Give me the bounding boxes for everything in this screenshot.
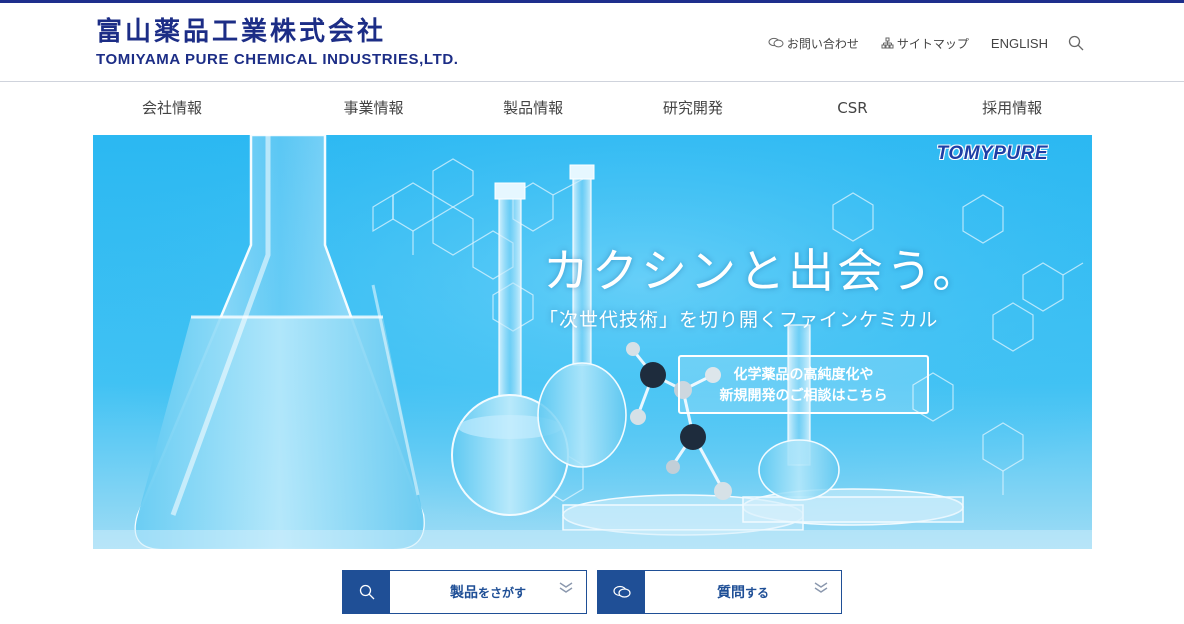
product-search-label: 製品 をさがす xyxy=(390,571,586,613)
nav-research[interactable]: 研究開発 xyxy=(613,82,773,135)
ask-question-button[interactable]: 質問 する xyxy=(597,570,842,614)
contact-label: お問い合わせ xyxy=(786,36,859,51)
company-logo[interactable]: 富山薬品工業株式会社 TOMIYAMA PURE CHEMICAL INDUST… xyxy=(96,16,459,69)
product-search-label-strong: 製品 xyxy=(449,585,478,601)
quick-action-buttons: 製品 をさがす 質問 する xyxy=(342,570,852,614)
cta-line-2: 新規開発のご相談はこちら xyxy=(719,388,888,404)
hero-illustration xyxy=(93,135,1092,549)
ask-question-label: 質問 する xyxy=(645,571,841,613)
contact-link[interactable]: お問い合わせ xyxy=(768,35,859,52)
speech-bubble-icon xyxy=(768,37,784,48)
global-nav: 会社情報 事業情報 製品情報 研究開発 CSR 採用情報 xyxy=(92,82,1092,135)
ask-question-icon-box xyxy=(598,571,645,613)
nav-company-info[interactable]: 会社情報 xyxy=(92,82,294,135)
sitemap-icon xyxy=(881,37,894,49)
logo-name-jp: 富山薬品工業株式会社 xyxy=(96,17,387,47)
nav-business-info[interactable]: 事業情報 xyxy=(294,82,454,135)
search-icon xyxy=(359,584,374,600)
header-search-button[interactable] xyxy=(1068,35,1084,51)
double-chevron-down-icon xyxy=(814,582,828,593)
nav-product-info[interactable]: 製品情報 xyxy=(453,82,613,135)
nav-recruit[interactable]: 採用情報 xyxy=(932,82,1092,135)
product-search-button[interactable]: 製品 をさがす xyxy=(342,570,587,614)
product-search-label-small: をさがす xyxy=(477,585,526,600)
ask-question-label-strong: 質問 xyxy=(716,585,745,601)
utility-nav: お問い合わせ サイトマップ ENGLISH xyxy=(746,33,1084,53)
logo-name-en: TOMIYAMA PURE CHEMICAL INDUSTRIES,LTD. xyxy=(96,51,459,68)
double-chevron-down-icon xyxy=(559,582,573,593)
product-search-icon-box xyxy=(343,571,390,613)
ask-question-label-small: する xyxy=(744,585,769,600)
hero-subtitle: 「次世代技術」を切り開くファインケミカル xyxy=(539,309,939,331)
consultation-cta-button[interactable]: 化学薬品の高純度化や 新規開発のご相談はこちら xyxy=(678,355,929,414)
sitemap-label: サイトマップ xyxy=(896,36,969,51)
english-link[interactable]: ENGLISH xyxy=(991,36,1048,51)
site-header: 富山薬品工業株式会社 TOMIYAMA PURE CHEMICAL INDUST… xyxy=(0,3,1184,82)
nav-csr[interactable]: CSR xyxy=(773,82,933,135)
hero-title: カクシンと出会う。 xyxy=(543,244,982,298)
chat-icon xyxy=(612,585,631,598)
sitemap-link[interactable]: サイトマップ xyxy=(881,35,969,52)
cta-line-1: 化学薬品の高純度化や xyxy=(733,367,874,383)
search-icon xyxy=(1068,35,1084,51)
hero-banner: TOMYPURE カクシンと出会う。 「次世代技術」を切り開くファインケミカル … xyxy=(93,135,1092,549)
tomypure-brand-logo: TOMYPURE xyxy=(936,143,1048,164)
